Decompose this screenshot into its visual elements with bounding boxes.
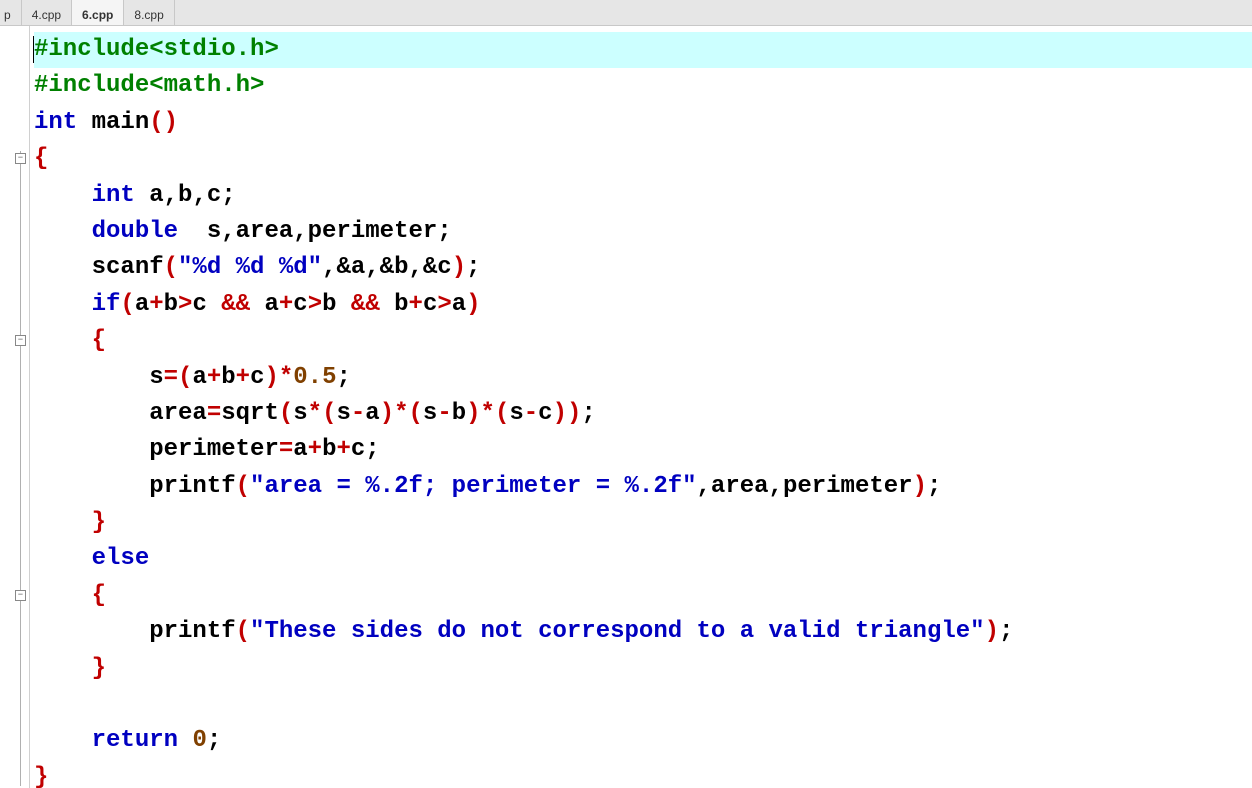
tab-clipped-label: p [4, 8, 11, 22]
fold-box-else[interactable]: − [15, 590, 26, 601]
fold-line-if [20, 333, 21, 530]
fold-gutter: − − − [0, 26, 30, 788]
code-line[interactable]: } [34, 651, 1252, 687]
fold-line-else [20, 588, 21, 676]
code-line[interactable] [34, 687, 1252, 723]
code-line[interactable]: #include<stdio.h> [34, 32, 1252, 68]
code-line[interactable]: int a,b,c; [34, 178, 1252, 214]
code-line[interactable]: return 0; [34, 723, 1252, 759]
file-tab-1[interactable]: 6.cpp [72, 0, 124, 25]
code-line[interactable]: scanf("%d %d %d",&a,&b,&c); [34, 250, 1252, 286]
file-tab-0-label: 4.cpp [32, 8, 61, 22]
file-tab-2[interactable]: 8.cpp [124, 0, 174, 25]
code-line[interactable]: { [34, 323, 1252, 359]
code-line[interactable]: { [34, 141, 1252, 177]
tab-clipped[interactable]: p [0, 0, 22, 25]
file-tab-2-label: 8.cpp [134, 8, 163, 22]
fold-box-main[interactable]: − [15, 153, 26, 164]
code-line[interactable]: perimeter=a+b+c; [34, 432, 1252, 468]
code-editor[interactable]: #include<stdio.h>#include<math.h>int mai… [30, 26, 1252, 788]
code-line[interactable]: } [34, 760, 1252, 788]
code-line[interactable]: } [34, 505, 1252, 541]
code-line[interactable]: if(a+b>c && a+c>b && b+c>a) [34, 287, 1252, 323]
code-line[interactable]: { [34, 578, 1252, 614]
file-tab-1-label: 6.cpp [82, 8, 113, 22]
code-line[interactable]: else [34, 541, 1252, 577]
code-line[interactable]: double s,area,perimeter; [34, 214, 1252, 250]
code-line[interactable]: printf("area = %.2f; perimeter = %.2f",a… [34, 469, 1252, 505]
code-line[interactable]: s=(a+b+c)*0.5; [34, 360, 1252, 396]
tab-bar: p 4.cpp 6.cpp 8.cpp [0, 0, 1252, 26]
code-line[interactable]: area=sqrt(s*(s-a)*(s-b)*(s-c)); [34, 396, 1252, 432]
code-line[interactable]: printf("These sides do not correspond to… [34, 614, 1252, 650]
file-tab-0[interactable]: 4.cpp [22, 0, 72, 25]
code-line[interactable]: #include<math.h> [34, 68, 1252, 104]
editor-area: − − − #include<stdio.h>#include<math.h>i… [0, 26, 1252, 788]
fold-box-if[interactable]: − [15, 335, 26, 346]
code-line[interactable]: int main() [34, 105, 1252, 141]
